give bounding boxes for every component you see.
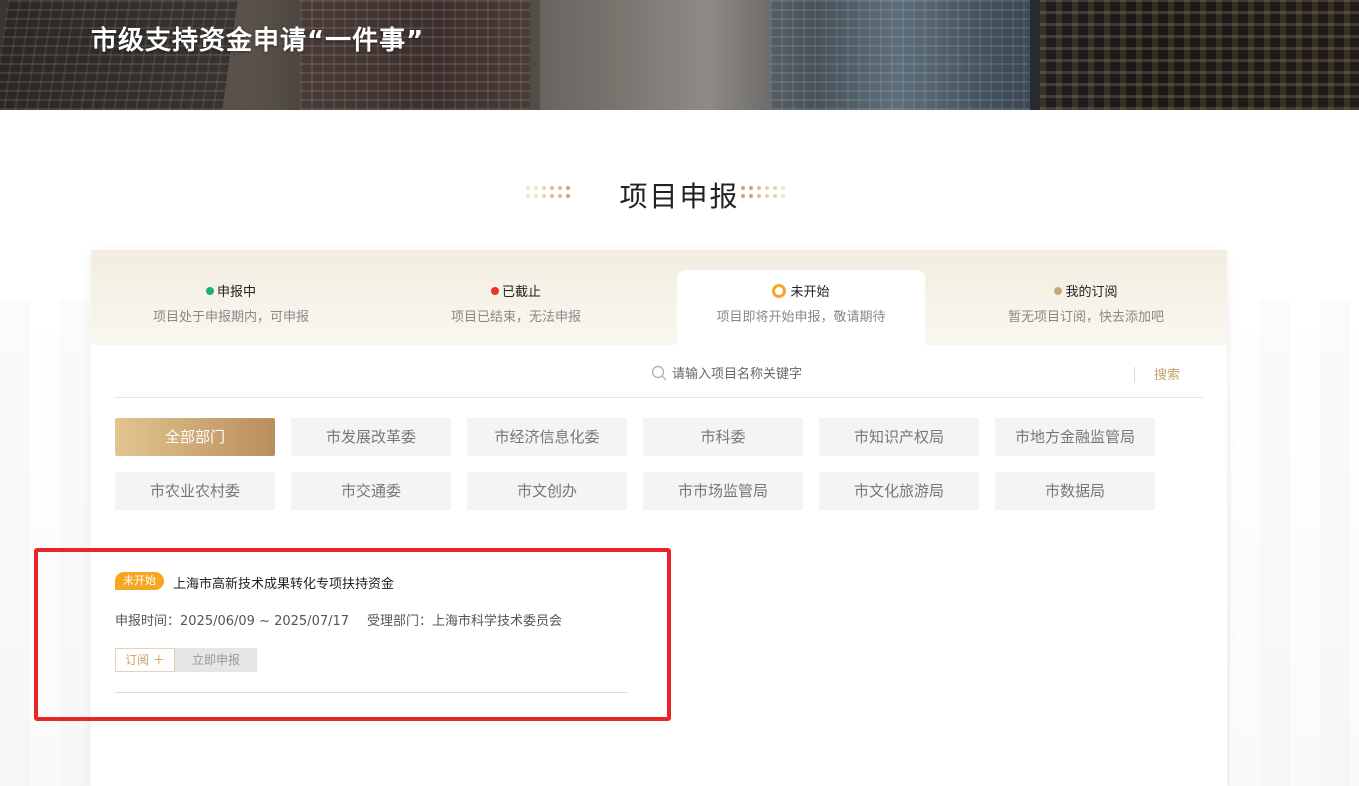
department-button[interactable]: 市知识产权局	[819, 418, 979, 456]
search-icon	[651, 365, 667, 381]
tab-in-progress[interactable]: 申报中 项目处于申报期内，可申报	[107, 270, 355, 345]
department-button[interactable]: 市文创办	[467, 472, 627, 510]
tab-description: 项目已结束，无法申报	[450, 310, 581, 325]
search-input[interactable]	[672, 363, 1152, 385]
department-button[interactable]: 市经济信息化委	[467, 418, 627, 456]
tab-label: 未开始	[790, 285, 830, 300]
tab-description: 项目即将开始申报，敬请期待	[716, 310, 886, 325]
apply-time-value: 2025/06/09 ~ 2025/07/17	[180, 614, 350, 629]
department-button[interactable]: 市地方金融监管局	[995, 418, 1155, 456]
banner-building	[1040, 0, 1359, 110]
search-divider	[1134, 367, 1135, 383]
apply-now-button[interactable]: 立即申报	[175, 648, 257, 672]
department-value: 上海市科学技术委员会	[432, 614, 563, 629]
banner-building	[540, 0, 770, 110]
department-button[interactable]: 市数据局	[995, 472, 1155, 510]
tab-description: 暂无项目订阅，快去添加吧	[1007, 310, 1164, 325]
decorative-dots-right	[741, 186, 791, 202]
tab-not-started[interactable]: 未开始 项目即将开始申报，敬请期待	[677, 270, 925, 345]
status-dot-icon	[490, 286, 499, 295]
tab-closed[interactable]: 已截止 项目已结束，无法申报	[392, 270, 640, 345]
search-button[interactable]: 搜索	[1154, 364, 1180, 383]
tab-label: 我的订阅	[1065, 285, 1118, 300]
tab-my-subscriptions[interactable]: 我的订阅 暂无项目订阅，快去添加吧	[962, 270, 1210, 345]
project-meta: 申报时间：2025/06/09 ~ 2025/07/17 受理部门：上海市科学技术…	[115, 610, 562, 629]
department-button[interactable]: 市农业农村委	[115, 472, 275, 510]
apply-time-label: 申报时间：	[115, 614, 181, 629]
department-button[interactable]: 市文化旅游局	[819, 472, 979, 510]
tab-description: 项目处于申报期内，可申报	[152, 310, 309, 325]
section-title: 项目申报	[619, 180, 740, 213]
department-button[interactable]: 市科委	[643, 418, 803, 456]
header-banner: 市级支持资金申请“一件事”	[0, 0, 1359, 110]
status-ring-icon	[772, 283, 787, 298]
banner-building	[770, 0, 1030, 110]
tab-label: 已截止	[501, 285, 541, 300]
page-title: 市级支持资金申请“一件事”	[91, 26, 425, 56]
status-badge: 未开始	[115, 572, 164, 590]
status-dot-icon	[205, 286, 214, 295]
project-card: 未开始 上海市高新技术成果转化专项扶持资金 申报时间：2025/06/09 ~ …	[115, 568, 627, 693]
department-label: 受理部门：	[367, 614, 433, 629]
department-button[interactable]: 市发展改革委	[291, 418, 451, 456]
status-tabs: 申报中 项目处于申报期内，可申报 已截止 项目已结束，无法申报 未开始 项目即将…	[91, 250, 1227, 345]
project-panel: 申报中 项目处于申报期内，可申报 已截止 项目已结束，无法申报 未开始 项目即将…	[91, 250, 1227, 786]
search-bar: 搜索	[114, 358, 1203, 398]
department-button[interactable]: 全部部门	[115, 418, 275, 456]
department-button[interactable]: 市市场监管局	[643, 472, 803, 510]
status-dot-icon	[1054, 286, 1063, 295]
subscribe-button[interactable]: 订阅 ＋	[115, 648, 175, 672]
project-title[interactable]: 上海市高新技术成果转化专项扶持资金	[173, 573, 394, 592]
tab-label: 申报中	[216, 285, 256, 300]
department-button[interactable]: 市交通委	[291, 472, 451, 510]
